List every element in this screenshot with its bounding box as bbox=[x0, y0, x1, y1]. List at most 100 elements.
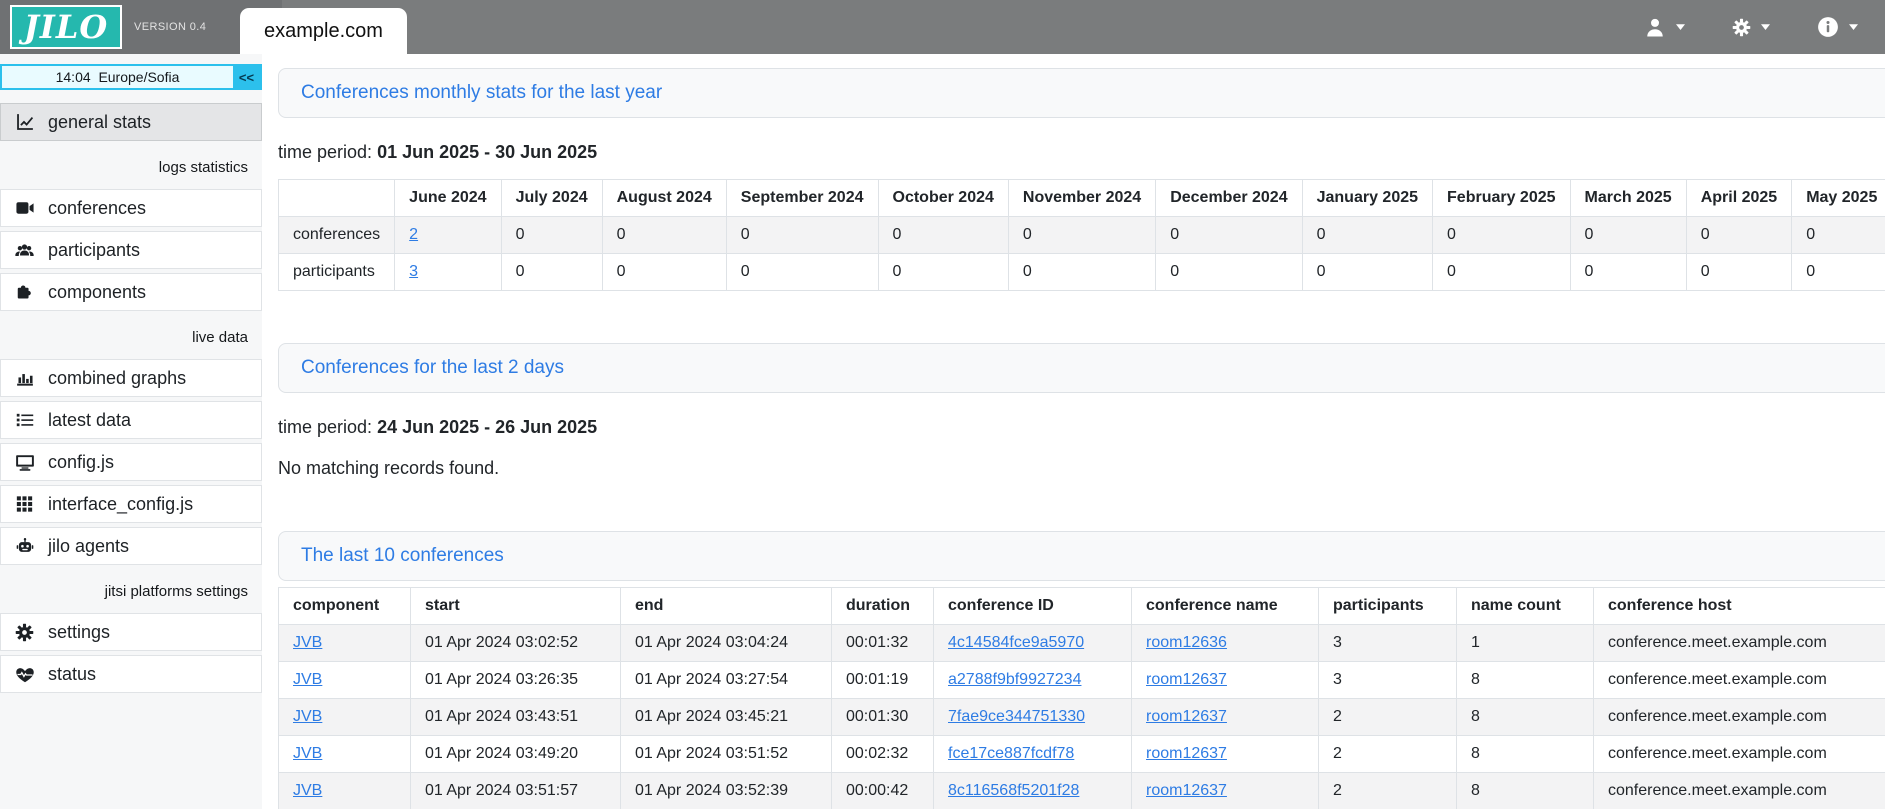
sidebar-item-jilo-agents[interactable]: jilo agents bbox=[0, 527, 262, 565]
app-logo: JILO bbox=[10, 5, 122, 49]
content-column: Conferences monthly stats for the last y… bbox=[278, 68, 1885, 809]
sidebar-item-interface-config-js[interactable]: interface_config.js bbox=[0, 485, 262, 523]
table-cell: 00:02:32 bbox=[832, 736, 934, 773]
table-cell: JVB bbox=[279, 625, 411, 662]
sidebar-item-components[interactable]: components bbox=[0, 273, 262, 311]
conference-id-link[interactable]: fce17ce887fcdf78 bbox=[948, 745, 1074, 762]
monthly-count-link[interactable]: 3 bbox=[409, 263, 418, 280]
sidebar-item-latest-data[interactable]: latest data bbox=[0, 401, 262, 439]
section-title-last-2-days[interactable]: Conferences for the last 2 days bbox=[301, 357, 564, 379]
table-cell: 0 bbox=[602, 254, 726, 291]
sidebar-item-label: general stats bbox=[48, 112, 151, 133]
monthly-stats-table-body: conferences2000000000000participants3000… bbox=[279, 217, 1885, 291]
sidebar-item-label: jilo agents bbox=[48, 536, 129, 557]
monthly-stats-table: June 2024July 2024August 2024September 2… bbox=[278, 179, 1885, 291]
sidebar-item-status[interactable]: status bbox=[0, 655, 262, 693]
robot-icon bbox=[13, 537, 36, 555]
table-cell: room12637 bbox=[1132, 699, 1319, 736]
table-cell: 0 bbox=[1686, 254, 1791, 291]
table-cell: 4c14584fce9a5970 bbox=[934, 625, 1132, 662]
info-menu[interactable] bbox=[1817, 16, 1859, 38]
gear-icon bbox=[13, 623, 36, 642]
table-cell: 8 bbox=[1457, 736, 1594, 773]
grid-icon bbox=[13, 495, 36, 513]
clock-bar: 14:04 Europe/Sofia << bbox=[0, 64, 262, 90]
video-camera-icon bbox=[13, 200, 36, 216]
monthly-count-link[interactable]: 2 bbox=[409, 226, 418, 243]
table-cell: 0 bbox=[1156, 254, 1302, 291]
table-cell: 0 bbox=[1792, 254, 1885, 291]
sidebar-item-label: interface_config.js bbox=[48, 494, 193, 515]
table-cell: 8 bbox=[1457, 699, 1594, 736]
conference-id-link[interactable]: 7fae9ce344751330 bbox=[948, 708, 1085, 725]
component-link[interactable]: JVB bbox=[293, 745, 322, 762]
table-cell: 0 bbox=[1433, 254, 1571, 291]
conference-name-link[interactable]: room12637 bbox=[1146, 745, 1227, 762]
table-cell: fce17ce887fcdf78 bbox=[934, 736, 1132, 773]
sidebar-item-combined-graphs[interactable]: combined graphs bbox=[0, 359, 262, 397]
conference-id-link[interactable]: 4c14584fce9a5970 bbox=[948, 634, 1084, 651]
sidebar-collapse-button[interactable]: << bbox=[233, 66, 260, 88]
table-cell: 7fae9ce344751330 bbox=[934, 699, 1132, 736]
table-row: JVB01 Apr 2024 03:49:2001 Apr 2024 03:51… bbox=[279, 736, 1885, 773]
conference-name-link[interactable]: room12637 bbox=[1146, 782, 1227, 799]
platform-tab[interactable]: example.com bbox=[240, 8, 407, 54]
sidebar-item-conferences[interactable]: conferences bbox=[0, 189, 262, 227]
info-icon bbox=[1817, 16, 1839, 38]
conference-name-link[interactable]: room12637 bbox=[1146, 671, 1227, 688]
column-header: name count bbox=[1457, 588, 1594, 625]
table-cell: 0 bbox=[1686, 217, 1791, 254]
page-layout: 14:04 Europe/Sofia << general statslogs … bbox=[0, 54, 1885, 809]
table-cell: 2 bbox=[1319, 736, 1457, 773]
table-cell: JVB bbox=[279, 699, 411, 736]
conference-id-link[interactable]: a2788f9bf9927234 bbox=[948, 671, 1081, 688]
sidebar-item-label: status bbox=[48, 664, 96, 685]
table-cell: 0 bbox=[1008, 217, 1155, 254]
sidebar-item-participants[interactable]: participants bbox=[0, 231, 262, 269]
sidebar-item-label: components bbox=[48, 282, 146, 303]
component-link[interactable]: JVB bbox=[293, 634, 322, 651]
table-cell: room12636 bbox=[1132, 625, 1319, 662]
empty-records-message: No matching records found. bbox=[278, 458, 1885, 479]
section-title-monthly-stats[interactable]: Conferences monthly stats for the last y… bbox=[301, 82, 662, 104]
header-menus bbox=[1644, 16, 1885, 38]
table-cell: JVB bbox=[279, 736, 411, 773]
table-cell: 00:01:32 bbox=[832, 625, 934, 662]
sidebar-item-settings[interactable]: settings bbox=[0, 613, 262, 651]
table-cell: 2 bbox=[395, 217, 501, 254]
column-header: component bbox=[279, 588, 411, 625]
table-cell: 01 Apr 2024 03:51:52 bbox=[621, 736, 832, 773]
conference-id-link[interactable]: 8c116568f5201f28 bbox=[948, 782, 1079, 799]
component-link[interactable]: JVB bbox=[293, 708, 322, 725]
column-header: duration bbox=[832, 588, 934, 625]
section-title-last-10[interactable]: The last 10 conferences bbox=[301, 545, 504, 567]
gear-menu[interactable] bbox=[1732, 18, 1771, 37]
main-content: Conferences monthly stats for the last y… bbox=[262, 54, 1885, 809]
time-period-last-2-days: time period: 24 Jun 2025 - 26 Jun 2025 bbox=[278, 417, 1885, 438]
chart-line-icon bbox=[13, 113, 36, 131]
table-cell: 0 bbox=[501, 254, 602, 291]
sidebar-item-general-stats[interactable]: general stats bbox=[0, 103, 262, 141]
table-cell: 2 bbox=[1319, 773, 1457, 809]
sidebar-item-config-js[interactable]: config.js bbox=[0, 443, 262, 481]
conference-name-link[interactable]: room12636 bbox=[1146, 634, 1227, 651]
row-label: conferences bbox=[279, 217, 395, 254]
caret-down-icon bbox=[1675, 23, 1686, 31]
app-version: VERSION 0.4 bbox=[134, 21, 206, 33]
table-header-row: componentstartenddurationconference IDco… bbox=[279, 588, 1885, 625]
component-link[interactable]: JVB bbox=[293, 782, 322, 799]
time-period-value: 01 Jun 2025 - 30 Jun 2025 bbox=[377, 142, 597, 162]
table-cell: 0 bbox=[878, 217, 1008, 254]
component-link[interactable]: JVB bbox=[293, 671, 322, 688]
user-menu[interactable] bbox=[1644, 17, 1686, 37]
table-row: JVB01 Apr 2024 03:51:5701 Apr 2024 03:52… bbox=[279, 773, 1885, 809]
table-cell: 1 bbox=[1457, 625, 1594, 662]
table-row: conferences2000000000000 bbox=[279, 217, 1885, 254]
table-cell: 01 Apr 2024 03:02:52 bbox=[411, 625, 621, 662]
sidebar-item-label: participants bbox=[48, 240, 140, 261]
sidebar-item-label: config.js bbox=[48, 452, 114, 473]
time-period-label: time period: bbox=[278, 142, 372, 162]
conference-name-link[interactable]: room12637 bbox=[1146, 708, 1227, 725]
table-cell: room12637 bbox=[1132, 773, 1319, 809]
column-header: conference ID bbox=[934, 588, 1132, 625]
